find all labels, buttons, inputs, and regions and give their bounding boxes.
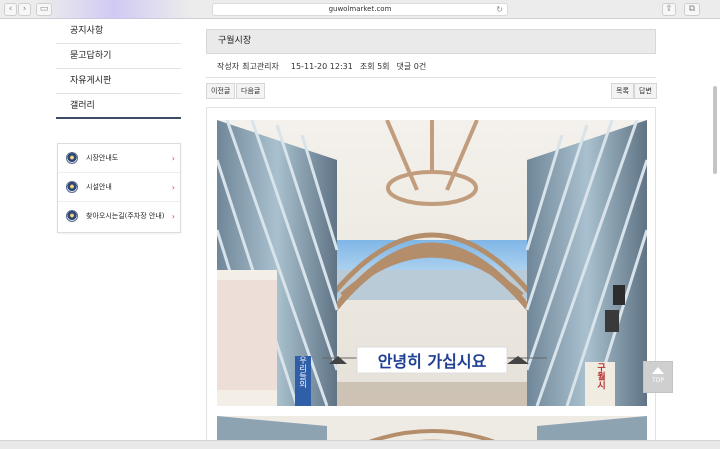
right-sign-text: 구월시 (595, 362, 605, 390)
comment-count: 댓글 0건 (396, 62, 427, 71)
quick-link-label: 찾아오시는길(주차장 안내) (86, 212, 165, 220)
browser-toolbar: ‹ › ▭ guwolmarket.com ↻ ⇪ ⧉ (0, 0, 720, 19)
quick-link-label: 시장안내도 (86, 154, 119, 162)
arrow-up-icon (652, 367, 664, 374)
sidebar-nav: 공지사항 묻고답하기 자유게시판 갤러리 (56, 19, 181, 119)
view-count: 조회 5회 (359, 62, 390, 71)
chevron-right-icon: › (171, 183, 175, 192)
tabs-icon[interactable]: ⧉ (684, 3, 700, 16)
share-icon[interactable]: ⇪ (662, 3, 676, 16)
post-title: 구월시장 (206, 29, 656, 54)
list-button[interactable]: 목록 (611, 83, 634, 99)
sidebar-item-gallery[interactable]: 갤러리 (56, 94, 181, 119)
browser-bottom-bar (0, 440, 720, 449)
reply-button[interactable]: 답변 (634, 83, 657, 99)
chevron-right-icon: › (171, 212, 175, 221)
gallery-photo-frame: 우리들의 구월시 안녕히 가십시요 (206, 107, 656, 449)
chevron-right-icon: › (171, 154, 175, 163)
quick-link-directions[interactable]: 찾아오시는길(주차장 안내) › (58, 202, 180, 231)
banner-text: 안녕히 가십시요 (378, 352, 487, 371)
directions-icon (66, 210, 78, 222)
back-icon[interactable]: ‹ (4, 3, 17, 16)
sidebar-item-notice[interactable]: 공지사항 (56, 19, 181, 44)
quick-links-box: 시장안내도 › 시설안내 › 찾아오시는길(주차장 안내) › (57, 143, 181, 233)
quick-link-market-map[interactable]: 시장안내도 › (58, 144, 180, 173)
market-map-icon (66, 152, 78, 164)
post-meta: 작성자 최고관리자 15-11-20 12:31 조회 5회 댓글 0건 (206, 55, 656, 78)
facility-icon (66, 181, 78, 193)
market-arcade-photo: 우리들의 구월시 안녕히 가십시요 (217, 120, 647, 406)
sidebar-item-qna[interactable]: 묻고답하기 (56, 44, 181, 69)
address-bar[interactable]: guwolmarket.com ↻ (212, 3, 508, 16)
scroll-to-top-button[interactable]: TOP (643, 361, 673, 393)
quick-link-facility[interactable]: 시설안내 › (58, 173, 180, 202)
post-date: 15-11-20 12:31 (290, 62, 353, 71)
top-label: TOP (651, 377, 664, 384)
author-label: 작성자 (217, 62, 240, 71)
reload-icon[interactable]: ↻ (496, 4, 503, 15)
author-name: 최고관리자 (242, 62, 279, 71)
sidebar-item-free-board[interactable]: 자유게시판 (56, 69, 181, 94)
next-post-button[interactable]: 다음글 (236, 83, 266, 99)
forward-icon[interactable]: › (18, 3, 31, 16)
sidebar-toggle-icon[interactable]: ▭ (36, 3, 52, 16)
prev-post-button[interactable]: 이전글 (206, 83, 236, 99)
toolbar-highlight (40, 0, 190, 19)
url-text: guwolmarket.com (328, 5, 392, 13)
page-scrollbar[interactable] (713, 86, 717, 174)
quick-link-label: 시설안내 (86, 183, 112, 191)
left-sign-text: 우리들의 (299, 356, 308, 389)
